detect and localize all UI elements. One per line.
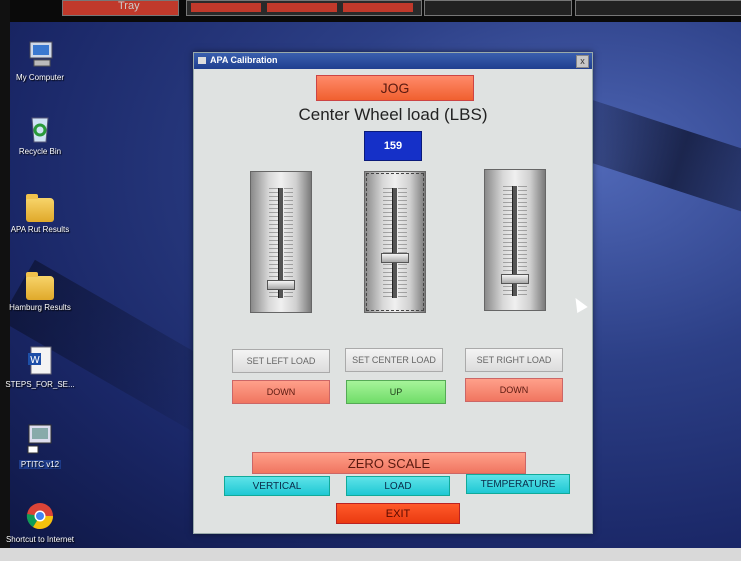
load-button[interactable]: LOAD	[346, 476, 450, 496]
taskbar-button[interactable]	[575, 0, 741, 16]
word-document-icon: W	[24, 345, 56, 377]
icon-label: My Computer	[15, 73, 64, 82]
left-load-slider[interactable]	[250, 171, 312, 313]
desktop-icon-apa-rut-results[interactable]: APA Rut Results	[5, 192, 75, 234]
window-app-icon	[198, 57, 206, 64]
set-center-load-button[interactable]: SET CENTER LOAD	[345, 348, 443, 372]
load-readout: 159	[364, 131, 422, 161]
taskbar: Tray	[0, 0, 741, 22]
icon-label: Shortcut to Internet	[5, 535, 75, 544]
application-icon	[24, 422, 56, 454]
recycle-bin-icon	[24, 112, 56, 144]
window-title: APA Calibration	[210, 55, 278, 65]
set-left-load-button[interactable]: SET LEFT LOAD	[232, 349, 330, 373]
icon-label: STEPS_FOR_SE...	[5, 380, 75, 389]
taskbar-button[interactable]	[424, 0, 572, 16]
center-up-button[interactable]: UP	[346, 380, 446, 404]
center-slider-thumb[interactable]	[381, 253, 409, 263]
desktop-icon-steps-document[interactable]: W STEPS_FOR_SE...	[5, 345, 75, 389]
right-slider-thumb[interactable]	[501, 274, 529, 284]
desktop-icon-my-computer[interactable]: My Computer	[5, 38, 75, 82]
window-client: JOG Center Wheel load (LBS) 159 SET LEFT…	[194, 69, 592, 533]
desktop-icon-internet[interactable]: Shortcut to Internet	[5, 500, 75, 544]
chrome-icon	[24, 500, 56, 532]
load-heading: Center Wheel load (LBS)	[298, 105, 488, 124]
set-right-load-button[interactable]: SET RIGHT LOAD	[465, 348, 563, 372]
taskbar-button[interactable]	[186, 0, 422, 16]
window-titlebar[interactable]: APA Calibration x	[194, 53, 592, 69]
folder-icon	[26, 272, 54, 300]
zero-scale-button[interactable]: ZERO SCALE	[252, 452, 526, 474]
desktop-icon-hamburg-results[interactable]: Hamburg Results	[5, 270, 75, 312]
computer-icon	[24, 38, 56, 70]
svg-text:W: W	[30, 355, 40, 366]
left-slider-thumb[interactable]	[267, 280, 295, 290]
vertical-button[interactable]: VERTICAL	[224, 476, 330, 496]
temperature-button[interactable]: TEMPERATURE	[466, 474, 570, 494]
icon-label: Recycle Bin	[18, 147, 62, 156]
jog-button[interactable]: JOG	[316, 75, 474, 101]
center-load-slider[interactable]	[364, 171, 426, 313]
left-down-button[interactable]: DOWN	[232, 380, 330, 404]
desktop-icon-ptitc[interactable]: PTITC v12	[5, 422, 75, 472]
icon-label: Hamburg Results	[9, 303, 71, 312]
icon-label: APA Rut Results	[10, 225, 70, 234]
exit-button[interactable]: EXIT	[336, 503, 460, 524]
close-icon[interactable]: x	[576, 55, 589, 68]
icon-label: PTITC v12	[18, 460, 62, 469]
desktop-icon-recycle-bin[interactable]: Recycle Bin	[5, 112, 75, 156]
apa-calibration-window: APA Calibration x JOG Center Wheel load …	[193, 52, 593, 534]
folder-icon	[26, 194, 54, 222]
right-down-button[interactable]: DOWN	[465, 378, 563, 402]
tray-label: Tray	[118, 0, 140, 12]
screen-bezel	[0, 548, 741, 561]
right-load-slider[interactable]	[484, 169, 546, 311]
